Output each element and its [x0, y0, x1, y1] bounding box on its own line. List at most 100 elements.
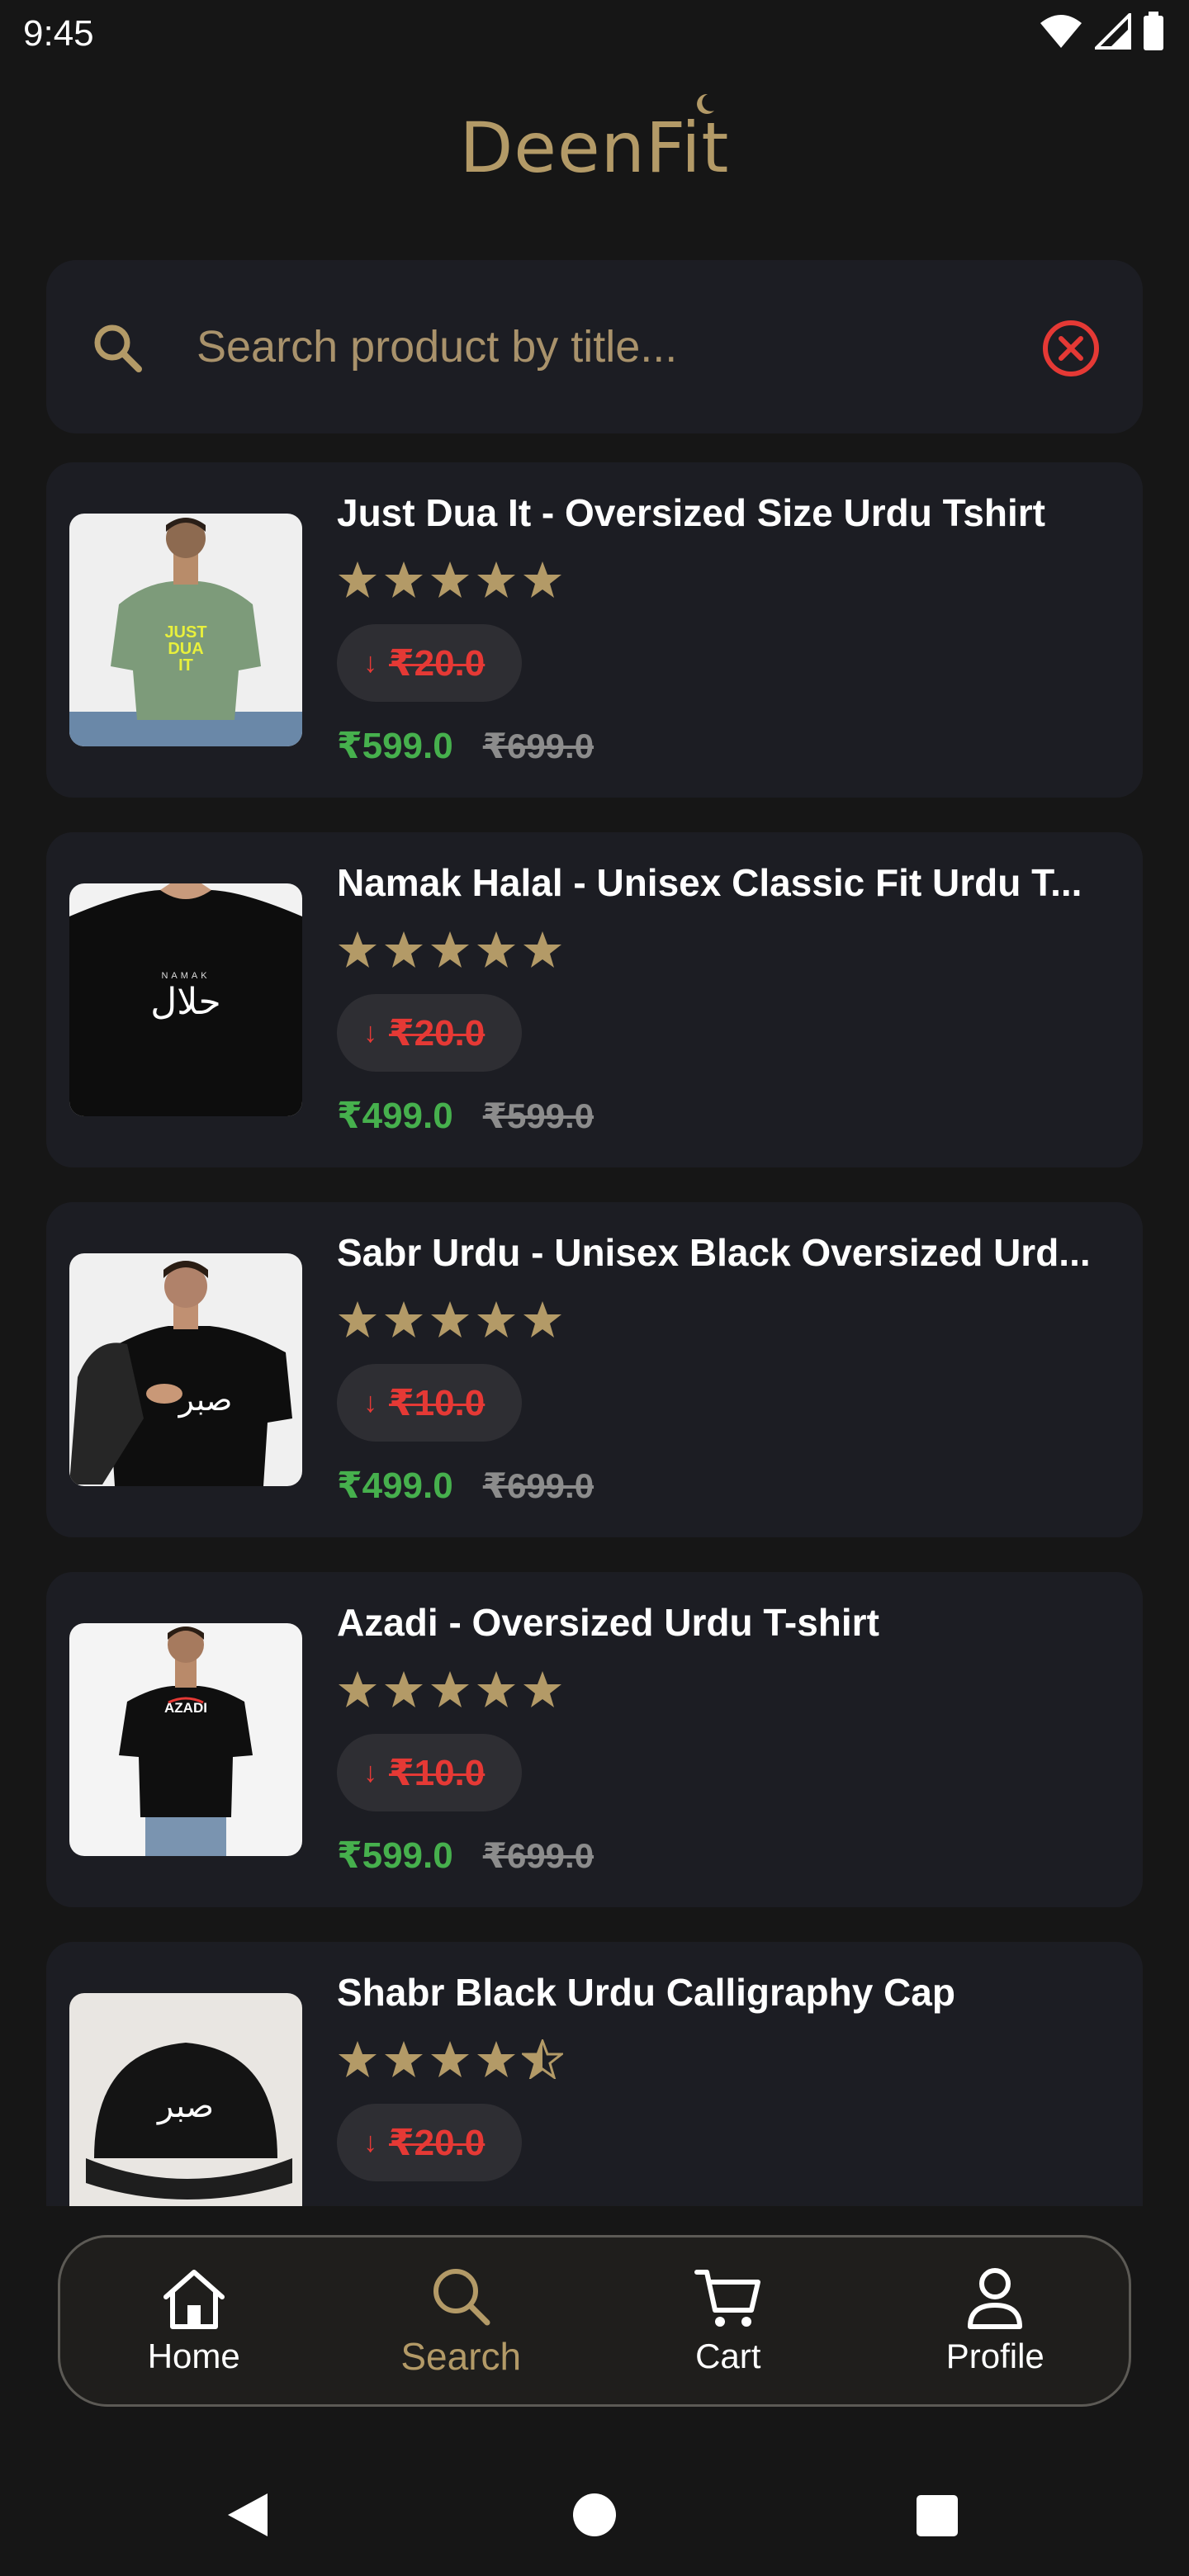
battery-icon	[1144, 12, 1163, 50]
star-icon	[431, 931, 469, 968]
product-card[interactable]: JUST DUA IT Just Dua It - Oversized Size…	[46, 462, 1143, 798]
status-bar: 9:45	[0, 0, 1189, 74]
arrow-down-icon: ↓	[363, 1016, 377, 1049]
old-price: ₹699.0	[482, 1466, 594, 1505]
star-icon	[477, 931, 515, 968]
star-icon	[339, 561, 377, 598]
product-card[interactable]: صبر Shabr Black Urdu Calligraphy Cap ↓ ₹…	[46, 1942, 1143, 2206]
rating-stars	[337, 930, 563, 969]
discount-badge: ↓ ₹10.0	[337, 1364, 522, 1442]
star-icon	[523, 1301, 561, 1338]
price: ₹499.0	[337, 1096, 453, 1136]
product-title: Shabr Black Urdu Calligraphy Cap	[337, 1971, 955, 2014]
svg-text:JUST: JUST	[164, 623, 206, 642]
svg-text:DUA: DUA	[168, 640, 203, 658]
product-list[interactable]: JUST DUA IT Just Dua It - Oversized Size…	[46, 462, 1143, 2206]
star-icon	[523, 1671, 561, 1707]
discount-amount: ₹20.0	[389, 642, 486, 684]
star-icon	[477, 1671, 515, 1707]
discount-amount: ₹20.0	[389, 1012, 486, 1054]
price-row: ₹599.0 ₹699.0	[337, 1835, 594, 1877]
price-row: ₹499.0 ₹699.0	[337, 1465, 594, 1507]
brand-logo: DeenFit	[0, 93, 1189, 188]
arrow-down-icon: ↓	[363, 646, 377, 679]
star-icon	[477, 561, 515, 598]
old-price: ₹599.0	[482, 1096, 594, 1135]
search-input[interactable]	[197, 310, 1022, 384]
star-icon	[431, 2041, 469, 2077]
discount-amount: ₹10.0	[389, 1752, 486, 1793]
star-icon	[385, 2041, 423, 2077]
price-row: ₹599.0 ₹699.0	[337, 725, 594, 767]
discount-badge: ↓ ₹10.0	[337, 1734, 522, 1811]
bottom-nav: Home Search Cart Profile	[58, 2235, 1131, 2407]
star-icon	[431, 1301, 469, 1338]
discount-badge: ↓ ₹20.0	[337, 2104, 522, 2181]
price: ₹499.0	[337, 1466, 453, 1506]
wifi-icon	[1040, 15, 1082, 48]
product-card[interactable]: صبر Sabr Urdu - Unisex Black Oversized U…	[46, 1202, 1143, 1537]
price-row: ₹499.0 ₹599.0	[337, 1095, 594, 1137]
cart-icon	[694, 2270, 760, 2327]
search-bar	[46, 260, 1143, 433]
recents-icon[interactable]	[915, 2493, 959, 2538]
brand-name: DeenFit	[459, 107, 730, 188]
nav-label: Cart	[695, 2337, 761, 2375]
product-image: JUST DUA IT	[69, 514, 302, 746]
nav-profile[interactable]: Profile	[862, 2237, 1130, 2404]
star-icon	[431, 561, 469, 598]
discount-badge: ↓ ₹20.0	[337, 994, 522, 1072]
star-icon	[385, 1301, 423, 1338]
signal-icon	[1095, 13, 1131, 50]
price: ₹599.0	[337, 726, 453, 766]
product-image: صبر	[69, 1253, 302, 1486]
star-icon	[523, 561, 561, 598]
back-icon[interactable]	[223, 2490, 272, 2540]
status-time: 9:45	[23, 13, 94, 54]
status-icons	[1039, 12, 1164, 51]
star-icon	[339, 931, 377, 968]
star-icon	[339, 1301, 377, 1338]
product-card[interactable]: NAMAK حلال Namak Halal - Unisex Classic …	[46, 832, 1143, 1167]
discount-amount: ₹20.0	[389, 2122, 486, 2163]
discount-amount: ₹10.0	[389, 1382, 486, 1423]
star-icon	[477, 2041, 515, 2077]
nav-label: Home	[147, 2337, 240, 2375]
svg-text:صبر: صبر	[156, 2087, 214, 2125]
product-title: Azadi - Oversized Urdu T-shirt	[337, 1601, 879, 1644]
crescent-moon-icon	[697, 93, 715, 114]
arrow-down-icon: ↓	[363, 1386, 377, 1418]
system-nav-bar	[0, 2469, 1189, 2576]
product-title: Namak Halal - Unisex Classic Fit Urdu T.…	[337, 861, 1082, 904]
rating-stars	[337, 560, 563, 599]
star-half-icon	[522, 2039, 563, 2079]
nav-cart[interactable]: Cart	[594, 2237, 862, 2404]
nav-label: Profile	[945, 2337, 1045, 2375]
old-price: ₹699.0	[482, 1836, 594, 1875]
clear-search-icon[interactable]	[1040, 318, 1101, 379]
star-icon	[385, 931, 423, 968]
product-title: Just Dua It - Oversized Size Urdu Tshirt	[337, 491, 1045, 534]
star-icon	[339, 2041, 377, 2077]
search-icon	[433, 2269, 490, 2326]
nav-search[interactable]: Search	[328, 2237, 595, 2404]
search-icon	[94, 324, 142, 372]
star-icon	[339, 1671, 377, 1707]
price: ₹599.0	[337, 1835, 453, 1876]
nav-home[interactable]: Home	[60, 2237, 328, 2404]
profile-icon	[968, 2268, 1023, 2329]
product-image: صبر	[69, 1993, 302, 2206]
product-card[interactable]: AZADI Azadi - Oversized Urdu T-shirt ↓ ₹…	[46, 1572, 1143, 1907]
svg-text:NAMAK: NAMAK	[161, 971, 210, 981]
svg-text:حلال: حلال	[150, 981, 220, 1023]
product-title: Sabr Urdu - Unisex Black Oversized Urd..…	[337, 1231, 1091, 1274]
star-icon	[523, 931, 561, 968]
nav-label: Search	[400, 2335, 522, 2378]
arrow-down-icon: ↓	[363, 1756, 377, 1788]
star-icon	[431, 1671, 469, 1707]
rating-stars	[337, 1300, 563, 1339]
arrow-down-icon: ↓	[363, 2126, 377, 2158]
star-icon	[477, 1301, 515, 1338]
rating-stars	[337, 2039, 563, 2079]
home-circle-icon[interactable]	[571, 2492, 618, 2538]
